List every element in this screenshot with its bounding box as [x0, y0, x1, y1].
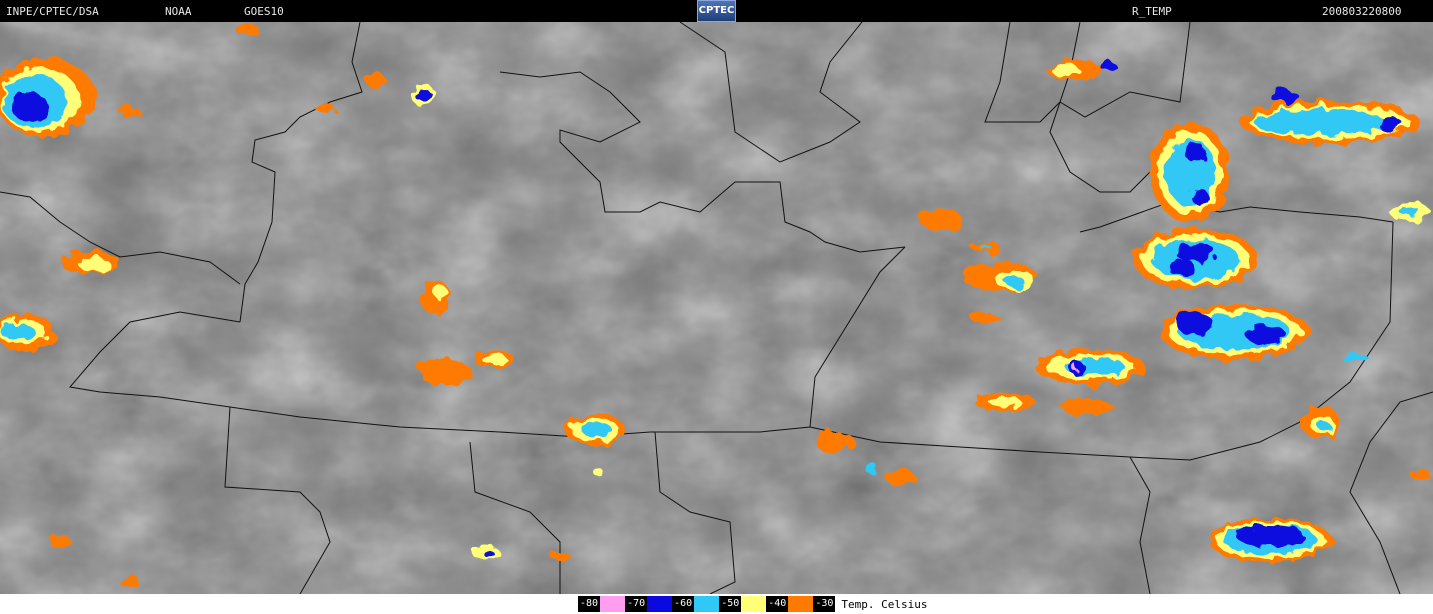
storm-cell [1208, 518, 1332, 562]
temperature-legend: -80 -70 -60 -50 -40 -30 Temp. Celsius [578, 596, 927, 612]
storm-cell [60, 250, 120, 274]
agency-label: NOAA [165, 5, 192, 18]
storm-cell [1300, 406, 1340, 438]
storm-cell [421, 279, 449, 315]
datetime-label: 200803220800 [1322, 5, 1402, 18]
satellite-map [0, 22, 1433, 594]
storm-cell [411, 84, 435, 106]
legend-label: -70 [625, 596, 648, 612]
storm-cell [1035, 349, 1145, 385]
legend-swatch [694, 596, 720, 612]
header-bar: INPE/CPTEC/DSA NOAA GOES10 CPTEC R_TEMP … [0, 0, 1433, 22]
legend-unit: Temp. Celsius [841, 597, 928, 611]
legend-swatch [788, 596, 814, 612]
legend-label: -50 [719, 596, 742, 612]
legend-label: -60 [672, 596, 695, 612]
storm-cell [1133, 229, 1257, 289]
legend-label: -40 [766, 596, 789, 612]
legend-swatch [741, 596, 767, 612]
source-label: INPE/CPTEC/DSA [6, 5, 99, 18]
cptec-logo: CPTEC [697, 0, 736, 22]
storm-cell [1150, 122, 1230, 222]
legend-label: -30 [813, 596, 836, 612]
legend-swatch [647, 596, 673, 612]
legend-swatch [600, 596, 626, 612]
storm-cell [1160, 304, 1310, 360]
storm-cell [565, 414, 625, 446]
legend-label: -80 [578, 596, 601, 612]
product-label: R_TEMP [1132, 5, 1172, 18]
satellite-label: GOES10 [244, 5, 284, 18]
storm-cell [962, 263, 1038, 291]
